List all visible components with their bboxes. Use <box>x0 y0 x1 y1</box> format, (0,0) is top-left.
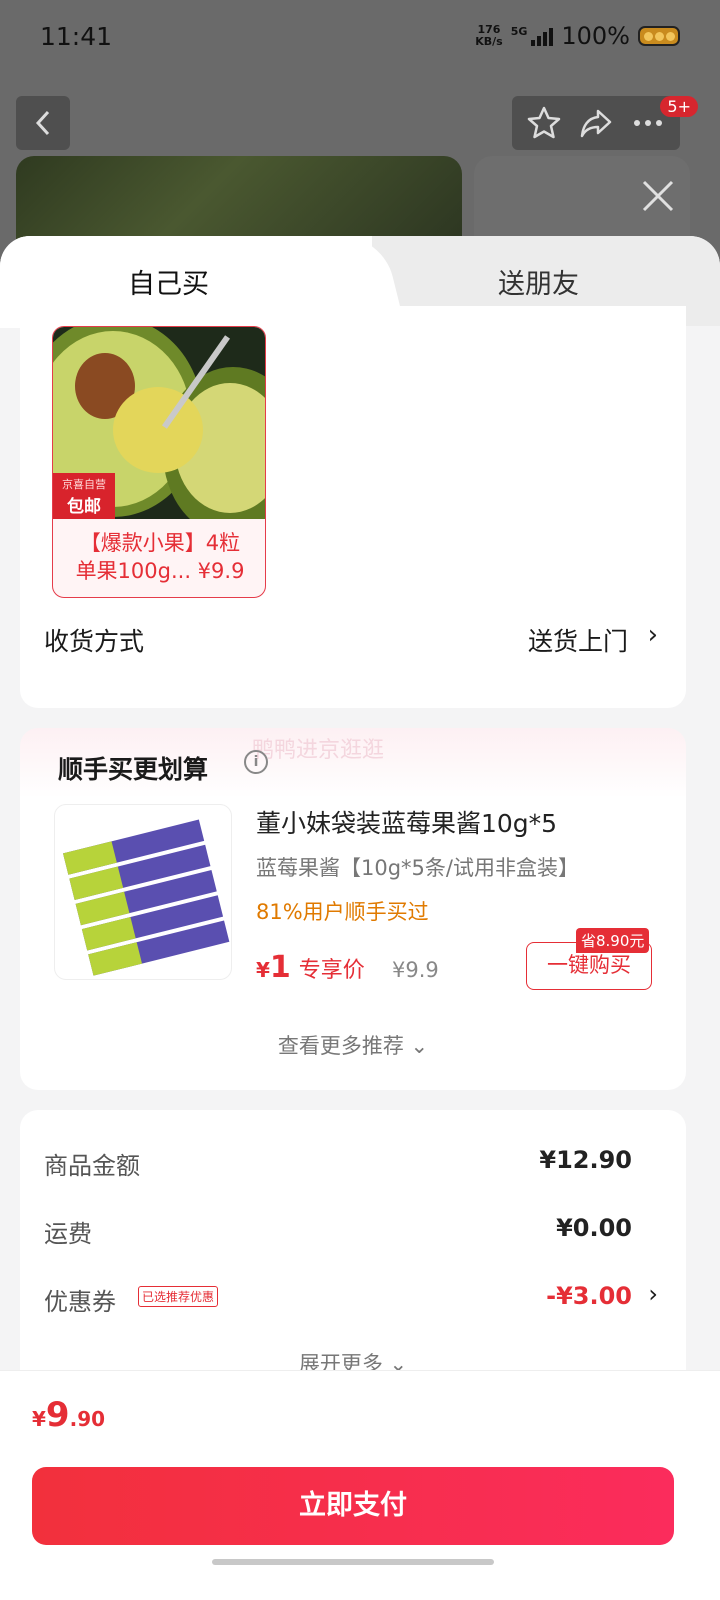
product-thumbnail[interactable]: 京喜自营 包邮 【爆款小果】4粒 单果100g... ¥9.9 <box>52 326 266 598</box>
subtotal-label: 商品金额 <box>44 1152 140 1180</box>
recommend-price: ¥1 专享价 <box>256 950 365 985</box>
star-icon[interactable] <box>526 105 562 141</box>
shipping-value[interactable]: 送货上门 <box>528 622 628 658</box>
info-icon[interactable]: i <box>244 750 268 774</box>
recommend-card: 鸭鸭进京逛逛 顺手买更划算 i 董小妹袋装蓝莓果酱10g*5 蓝莓果酱【10g*… <box>20 728 686 1090</box>
recommend-product-image[interactable] <box>54 804 232 980</box>
shipping-fee-label: 运费 <box>44 1220 92 1248</box>
more-recommend-link[interactable]: 查看更多推荐 ⌄ <box>20 1030 686 1060</box>
recommend-bought-rate: 81%用户顺手买过 <box>256 900 429 924</box>
watermark: 鸭鸭进京逛逛 <box>252 738 385 763</box>
chevron-down-icon: ⌄ <box>410 1034 429 1058</box>
total-price: ¥9.90 <box>32 1395 106 1435</box>
share-icon[interactable] <box>578 105 614 141</box>
coupon-value[interactable]: -¥3.00 <box>546 1282 632 1310</box>
chevron-right-icon[interactable]: › <box>648 620 658 650</box>
signal-icon <box>531 26 554 46</box>
recommend-title: 顺手买更划算 <box>58 755 209 784</box>
chevron-left-icon <box>35 110 50 136</box>
payment-footer: ¥9.90 立即支付 <box>0 1370 720 1600</box>
recommend-product-name[interactable]: 董小妹袋装蓝莓果酱10g*5 <box>256 804 557 840</box>
status-icons: 176 KB/s 5G 100% <box>475 22 680 50</box>
battery-percent: 100% <box>561 22 630 50</box>
shipping-label: 收货方式 <box>44 627 145 656</box>
back-button[interactable] <box>16 96 70 150</box>
coupon-tag: 已选推荐优惠 <box>138 1286 219 1307</box>
recommend-product-spec: 蓝莓果酱【10g*5条/试用非盒装】 <box>256 856 579 880</box>
tab-self-buy[interactable]: 自己买 <box>128 262 209 301</box>
product-card: 京喜自营 包邮 【爆款小果】4粒 单果100g... ¥9.9 收货方式 送货上… <box>20 306 686 708</box>
pay-now-button[interactable]: 立即支付 <box>32 1467 674 1545</box>
battery-icon <box>638 26 680 46</box>
message-badge: 5+ <box>660 96 698 117</box>
home-indicator <box>212 1559 494 1565</box>
recommend-original-price: ¥9.9 <box>392 958 439 982</box>
status-time: 11:41 <box>40 22 113 51</box>
subtotal-value: ¥12.90 <box>539 1146 632 1174</box>
tab-gift-friend[interactable]: 送朋友 <box>498 262 579 301</box>
background-page: 11:41 176 KB/s 5G 100% 5+ <box>0 0 720 276</box>
jam-packets-image <box>63 819 230 976</box>
network-type: 5G <box>510 24 528 38</box>
shipping-fee-value: ¥0.00 <box>556 1214 632 1242</box>
self-operated-tag: 京喜自营 包邮 <box>53 473 115 519</box>
product-title: 【爆款小果】4粒 单果100g... ¥9.9 <box>75 531 245 583</box>
chevron-right-icon[interactable]: › <box>648 1280 658 1308</box>
nav-actions <box>512 96 680 150</box>
close-icon[interactable] <box>640 178 676 214</box>
net-speed: 176 KB/s <box>475 23 503 48</box>
coupon-label: 优惠券 <box>44 1288 116 1316</box>
save-badge: 省8.90元 <box>576 928 650 953</box>
status-bar: 11:41 176 KB/s 5G 100% <box>0 0 720 80</box>
